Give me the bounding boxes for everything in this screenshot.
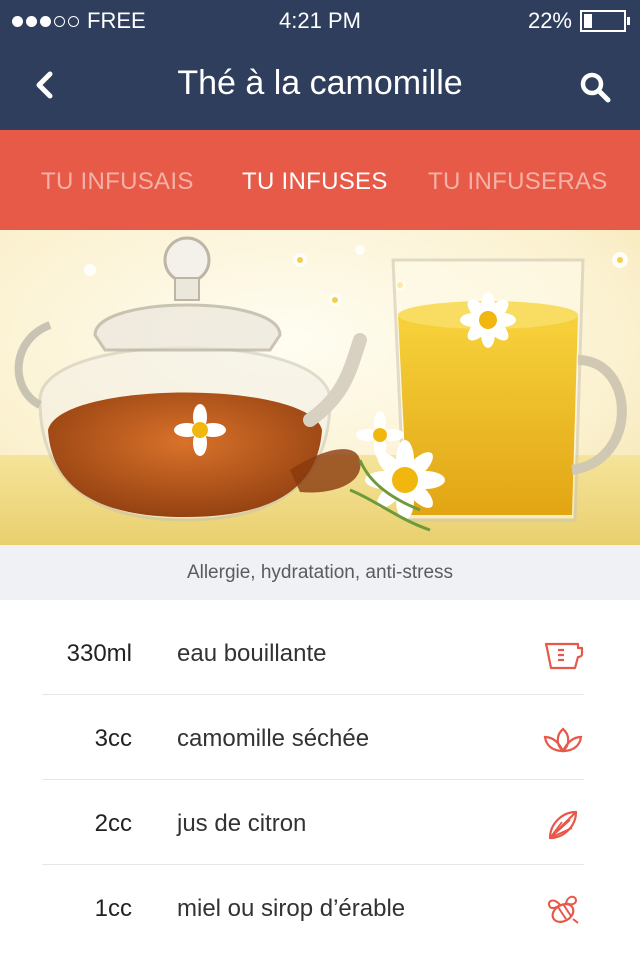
bee-icon xyxy=(548,895,579,924)
tab-bar: TU INFUSAIS TU INFUSES TU INFUSERAS xyxy=(0,130,640,230)
battery-icon xyxy=(580,10,630,32)
ingredient-name: jus de citron xyxy=(177,810,307,837)
nav-bar: Thé à la camomille xyxy=(0,40,640,130)
ingredient-quantity: 1cc xyxy=(94,895,132,922)
battery-percent: 22% xyxy=(527,8,572,33)
status-bar: FREE 4:21 PM 22% xyxy=(0,0,640,40)
hero-image xyxy=(0,230,640,545)
tab-infuseras[interactable]: TU INFUSERAS xyxy=(428,168,608,196)
measuring-cup-icon xyxy=(544,642,584,670)
ingredient-name: miel ou sirop d’érable xyxy=(177,895,406,922)
list-item: 1cc miel ou sirop d’érable xyxy=(42,865,584,950)
ingredient-quantity: 2cc xyxy=(94,810,132,837)
page-title: Thé à la camomille xyxy=(177,64,463,102)
search-icon[interactable] xyxy=(578,70,612,104)
tab-infuses[interactable]: TU INFUSES xyxy=(242,168,388,196)
list-item: 3cc camomille séchée xyxy=(42,695,584,780)
header: FREE 4:21 PM 22% Thé à la camomille xyxy=(0,0,640,130)
ingredient-quantity: 330ml xyxy=(66,640,132,667)
list-item: 2cc jus de citron xyxy=(42,780,584,865)
ingredient-list: 330ml eau bouillante 3cc camomille séché… xyxy=(42,610,584,950)
benefits-caption: Allergie, hydratation, anti-stress xyxy=(0,545,640,600)
ingredient-quantity: 3cc xyxy=(94,725,132,752)
ingredient-name: eau bouillante xyxy=(177,640,327,667)
tea-illustration xyxy=(0,230,640,545)
battery-status: 22% xyxy=(527,8,630,34)
tab-infusais[interactable]: TU INFUSAIS xyxy=(41,168,194,196)
list-item: 330ml eau bouillante xyxy=(42,610,584,695)
leaves-icon xyxy=(543,727,583,753)
ingredient-name: camomille séchée xyxy=(177,725,370,752)
lemon-slice-icon xyxy=(548,810,578,840)
